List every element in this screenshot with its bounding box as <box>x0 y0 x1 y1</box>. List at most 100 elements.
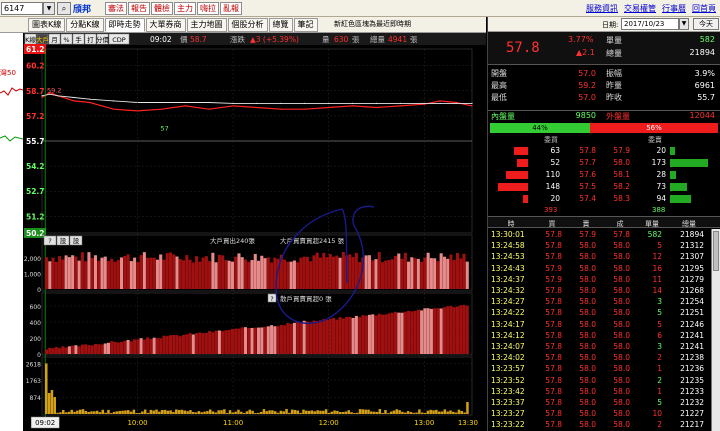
today-button[interactable]: 今天 <box>693 18 719 30</box>
sub1-bar-121 <box>439 253 443 289</box>
tab-7[interactable]: 筆記 <box>293 18 318 32</box>
tick-cell-5: 21235 <box>680 375 704 385</box>
tool-button-2[interactable]: 體檢 <box>151 2 173 15</box>
volume-bar-51 <box>189 410 192 414</box>
chart-total: 4941 <box>388 35 407 44</box>
mini-sparkline <box>0 87 23 142</box>
tick-cell-3: 58.0 <box>613 353 630 363</box>
sub1-bar-22 <box>116 259 120 289</box>
search-icon[interactable]: ⌕ <box>57 2 71 15</box>
volume-bar-34 <box>141 411 144 414</box>
chevron-down-icon[interactable]: ▼ <box>43 2 55 15</box>
price-point-0-8 <box>184 105 186 107</box>
tick-cell-0: 13:24:17 <box>491 319 525 329</box>
top-link-1[interactable]: 交易權管 <box>624 3 656 14</box>
volume-bar-8 <box>67 411 71 414</box>
top-link-3[interactable]: 回首頁 <box>692 3 716 14</box>
sub2-bar-46 <box>195 333 199 354</box>
tick-cell-3: 58.0 <box>613 398 630 407</box>
tick-header-1: 買 <box>548 220 556 228</box>
time-label-2: 11:00 <box>223 419 243 427</box>
intraday-chart[interactable]: K線 大戶月% 手打分價 CDP 09:02 價 58.7 漲跌 ▲3 (+5.39%) 量 630… <box>24 33 486 431</box>
tool-button-0[interactable]: 審法 <box>105 2 127 15</box>
sub2-bar-45 <box>191 334 195 354</box>
volume-bar-10 <box>73 411 76 414</box>
sub1-bar-94 <box>351 257 355 289</box>
volume-bar-88 <box>293 409 297 414</box>
stock-code-input[interactable]: 6147 <box>1 2 43 15</box>
tick-row: 13:24:58 57.8 58.0 58.0 5 21312 <box>488 240 710 252</box>
tool-button-5[interactable]: 亂報 <box>220 2 242 15</box>
tab-1[interactable]: 分點K線 <box>66 18 104 32</box>
tab-0[interactable]: 圖表K線 <box>28 18 66 32</box>
sub2-bar-110 <box>403 311 407 354</box>
calendar-dropdown-icon[interactable]: ▼ <box>679 18 689 30</box>
tick-cell-5: 21241 <box>680 330 704 340</box>
volume-bar-37 <box>149 409 153 414</box>
time-label-3: 12:00 <box>319 419 339 427</box>
top-link-0[interactable]: 服務資訊 <box>586 3 618 14</box>
volume-bar-0 <box>45 363 48 414</box>
price-axis-label-6: 52.7 <box>26 187 45 196</box>
tick-scrollbar[interactable] <box>711 229 720 431</box>
tick-cell-3: 58.0 <box>613 297 630 307</box>
sub1-bar-6 <box>64 255 68 289</box>
volume-bar-96 <box>316 410 319 414</box>
bid-qty: 20 <box>550 194 560 203</box>
volume-bar-53 <box>194 412 198 414</box>
stat-value-2: 57.0 <box>578 93 596 102</box>
sub1-bar-86 <box>325 257 329 289</box>
app-window: 6147 ▼ ⌕ 頎邦 審法 報告 體檢 主力 嗨拉 亂報 服務資訊 交易權管 行事曆 回首頁 … <box>0 0 720 431</box>
high-annotation: 59.2 <box>47 86 61 94</box>
volume-bar-21 <box>104 412 107 414</box>
volume-bar-141 <box>443 409 447 414</box>
sub1-bar-19 <box>106 260 111 289</box>
volume-bar-126 <box>401 411 404 414</box>
scroll-thumb[interactable] <box>713 231 719 271</box>
tool-button-4[interactable]: 嗨拉 <box>197 2 219 15</box>
tab-5[interactable]: 個股分析 <box>227 18 268 32</box>
volume-bar-39 <box>155 409 158 414</box>
tool-button-1[interactable]: 報告 <box>128 2 150 15</box>
volume-bar-73 <box>251 410 254 414</box>
sub2-bar-79 <box>302 320 306 354</box>
date-input[interactable]: 2017/10/23 <box>621 18 679 30</box>
tick-cell-1: 57.9 <box>545 274 562 284</box>
bid-depth-bar <box>523 195 528 203</box>
tab-4[interactable]: 主力地圖 <box>186 18 227 32</box>
tick-cell-2: 58.0 <box>579 252 596 262</box>
sub2-bar-19 <box>106 342 111 354</box>
tool-button-3[interactable]: 主力 <box>174 2 196 15</box>
volume-bar-49 <box>183 410 187 414</box>
sub1-button-label-1: 設 <box>60 236 67 245</box>
sub1-bar-59 <box>237 253 241 289</box>
volume-bar-14 <box>84 411 88 414</box>
volume-bar-140 <box>440 411 444 414</box>
price-point-0-16 <box>375 106 378 109</box>
sub2-bar-71 <box>276 325 280 354</box>
tick-cell-5: 21307 <box>680 252 704 262</box>
time-label-4: 13:00 <box>414 419 434 427</box>
sub2-bar-100 <box>371 314 375 354</box>
volume-bar-66 <box>231 412 235 414</box>
sub1-axis-1: 1,000 <box>24 271 41 278</box>
tick-cell-1: 57.8 <box>545 230 562 239</box>
sub1-bar-52 <box>214 262 218 289</box>
tick-cell-0: 13:23:57 <box>491 364 525 374</box>
volume-bar-144 <box>452 411 455 414</box>
tab-3[interactable]: 大單券商 <box>145 18 186 32</box>
tab-2[interactable]: 即時走勢 <box>104 18 145 32</box>
volume-bar-26 <box>118 410 122 414</box>
top-toolbar: 6147 ▼ ⌕ 頎邦 審法 報告 體檢 主力 嗨拉 亂報 服務資訊 交易權管 行事曆 回首頁 <box>0 0 720 17</box>
buy-ratio: 44% <box>490 123 590 133</box>
volume-bar-108 <box>350 412 353 414</box>
ask-price: 58.2 <box>613 182 630 191</box>
sub2-bar-55 <box>224 330 228 354</box>
sub1-bar-116 <box>423 257 427 289</box>
volume-bar-85 <box>285 409 288 414</box>
top-link-2[interactable]: 行事曆 <box>662 3 686 14</box>
tab-6[interactable]: 總覽 <box>268 18 293 32</box>
volume-bar-143 <box>449 410 452 414</box>
sub1-bar-122 <box>442 256 446 289</box>
sub2-bar-2 <box>51 348 55 354</box>
